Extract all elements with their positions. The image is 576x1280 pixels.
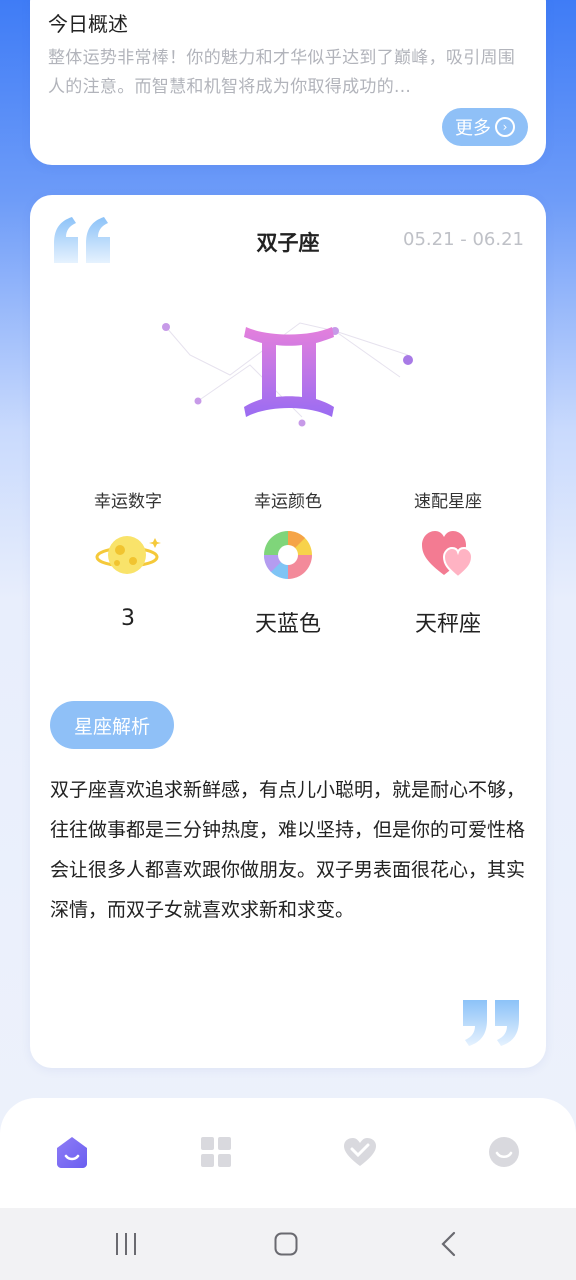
- match-sign-stat: 速配星座 天秤座: [368, 487, 528, 638]
- lucky-color-value: 天蓝色: [254, 612, 321, 637]
- match-sign-value: 天秤座: [414, 612, 481, 637]
- overview-summary: 整体运势非常棒！你的魅力和才华似乎达到了巅峰，吸引周围人的注意。而智慧和机智将成…: [48, 48, 516, 97]
- smiley-icon: [489, 1137, 519, 1167]
- system-nav-bar: [0, 1208, 576, 1280]
- overview-card: 今日概述 整体运势非常棒！你的魅力和才华似乎达到了巅峰，吸引周围人的注意。而智慧…: [30, 0, 546, 165]
- nav-grid[interactable]: [198, 1134, 234, 1170]
- more-button[interactable]: 更多 ›: [442, 108, 528, 146]
- nav-home[interactable]: [54, 1134, 90, 1170]
- sign-date-range: 05.21 - 06.21: [403, 229, 524, 250]
- more-button-label: 更多: [455, 118, 491, 139]
- gemini-constellation-icon: [162, 322, 413, 427]
- chevron-right-icon: ›: [495, 117, 515, 137]
- recent-apps-icon: [116, 1233, 136, 1255]
- planet-icon: [95, 536, 161, 574]
- recent-apps-button[interactable]: [112, 1230, 140, 1258]
- quote-close-icon: [463, 1000, 519, 1046]
- lucky-color-stat: 幸运颜色 天蓝色: [208, 487, 368, 638]
- hearts-icon: [422, 531, 474, 579]
- back-chevron-icon: [441, 1231, 456, 1257]
- bottom-nav: [0, 1098, 576, 1208]
- color-wheel-icon: [263, 530, 312, 579]
- lucky-number-value: 3: [121, 606, 135, 631]
- sign-card: 双子座 05.21 - 06.21 幸运数字 3 幸运颜色 天蓝色 速配星座 天…: [30, 195, 546, 1068]
- back-button[interactable]: [436, 1230, 460, 1258]
- home-icon: [57, 1137, 87, 1168]
- nav-match[interactable]: [342, 1134, 378, 1170]
- nav-profile[interactable]: [486, 1134, 522, 1170]
- lucky-color-label: 幸运颜色: [254, 492, 322, 512]
- grid-icon: [201, 1137, 231, 1167]
- heart-icon: [344, 1138, 376, 1166]
- lucky-number-label: 幸运数字: [94, 492, 162, 512]
- overview-title: 今日概述: [48, 12, 128, 36]
- match-sign-label: 速配星座: [414, 492, 482, 512]
- analysis-text: 双子座喜欢追求新鲜感，有点儿小聪明，就是耐心不够，往往做事都是三分钟热度，难以坚…: [50, 779, 526, 921]
- analysis-button[interactable]: 星座解析: [50, 701, 174, 749]
- home-square-icon: [274, 1232, 298, 1256]
- lucky-number-stat: 幸运数字 3: [48, 487, 208, 631]
- home-system-button[interactable]: [272, 1230, 300, 1258]
